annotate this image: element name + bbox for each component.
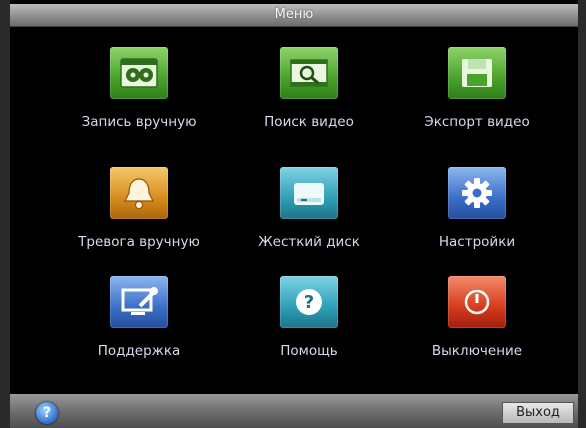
status-bar: ? Выход [10,394,578,428]
menu-item-hard-disk[interactable]: Жесткий диск [224,167,394,250]
menu-item-manual-record[interactable]: Запись вручную [54,47,224,130]
menu-item-manual-alarm[interactable]: Тревога вручную [54,167,224,250]
exit-button[interactable]: Выход [502,402,574,424]
title-bar: Меню [10,4,578,27]
gear-icon [448,167,506,219]
menu-item-label: Поиск видео [264,114,354,130]
alarm-bell-icon [110,167,168,219]
window-title: Меню [274,7,314,22]
hard-drive-icon [280,167,338,219]
floppy-disk-icon [448,47,506,99]
svg-text:?: ? [304,292,314,313]
menu-item-maintenance[interactable]: Поддержка [54,276,224,359]
menu-item-label: Поддержка [97,343,181,359]
menu-item-video-export[interactable]: Экспорт видео [392,47,562,130]
power-icon [448,276,506,328]
menu-item-label: Экспорт видео [424,114,530,130]
menu-item-settings[interactable]: Настройки [392,167,562,250]
film-reel-icon [110,47,168,99]
menu-item-shutdown[interactable]: Выключение [392,276,562,359]
menu-item-label: Тревога вручную [78,234,200,250]
menu-item-label: Настройки [438,234,516,250]
help-icon[interactable]: ? [36,402,58,424]
menu-item-label: Выключение [431,343,523,359]
menu-item-label: Жесткий диск [258,234,360,250]
menu-item-label: Запись вручную [81,114,197,130]
menu-item-label: Помощь [280,343,338,359]
monitor-wrench-icon [110,276,168,328]
menu-item-video-search[interactable]: Поиск видео [224,47,394,130]
magnifier-film-icon [280,47,338,99]
question-icon: ? [280,276,338,328]
menu-grid: Запись вручную Поиск видео Экспорт видео [10,27,578,394]
menu-item-help[interactable]: ? Помощь [224,276,394,359]
